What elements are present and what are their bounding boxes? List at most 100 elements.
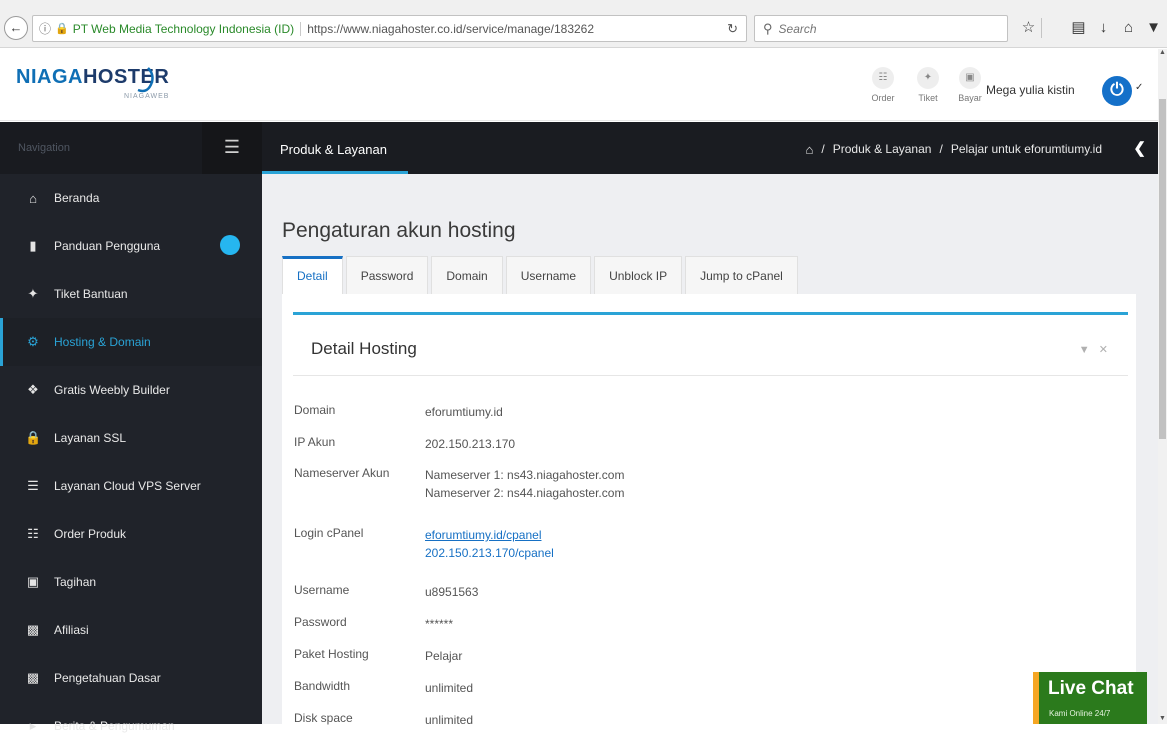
pay-button[interactable]: ▣ Bayar xyxy=(952,67,988,103)
collapse-icon[interactable]: ▼ xyxy=(1079,344,1090,356)
tab-domain[interactable]: Domain xyxy=(431,256,503,294)
site-identity[interactable]: PT Web Media Technology Indonesia (ID) xyxy=(73,21,302,36)
live-chat-button[interactable]: Live Chat Kami Online 24/7 xyxy=(1033,672,1147,724)
home-browser-icon[interactable]: ⌂ xyxy=(1116,16,1141,40)
page-title: Pengaturan akun hosting xyxy=(282,219,516,242)
sidebar-item-afiliasi[interactable]: ▩ Afiliasi xyxy=(0,606,262,654)
sidebar-item-ssl[interactable]: 🔒 Layanan SSL xyxy=(0,414,262,462)
sidebar-item-beranda[interactable]: ⌂ Beranda xyxy=(0,174,262,222)
card-title: Detail Hosting xyxy=(311,339,417,358)
power-icon[interactable]: ⏻ xyxy=(1102,76,1132,106)
scroll-down-icon[interactable]: ▼ xyxy=(1158,715,1167,722)
breadcrumb-item: Pelajar untuk eforumtiumy.id xyxy=(950,142,1102,156)
download-icon[interactable]: ↓ xyxy=(1091,16,1116,40)
sidebar-item-label: Layanan SSL xyxy=(54,431,127,445)
breadcrumb: ⌂ / Produk & Layanan / Pelajar untuk efo… xyxy=(806,142,1102,157)
site-header: NIAGAHOSTER NIAGAWEB ☷ Order ✦ Tiket ▣ B… xyxy=(0,49,1158,121)
lock-icon: 🔒 xyxy=(25,430,42,445)
hamburger-icon[interactable]: ☰ xyxy=(202,122,262,174)
chevron-down-icon[interactable]: ✓ xyxy=(1135,82,1143,93)
detail-value: Pelajar xyxy=(425,649,463,663)
sidebar-header: Navigation ☰ xyxy=(0,122,262,174)
address-bar[interactable]: ⓘ 🔒 PT Web Media Technology Indonesia (I… xyxy=(32,15,747,42)
breadcrumb-item[interactable]: Produk & Layanan xyxy=(833,142,932,157)
info-icon[interactable]: ⓘ xyxy=(39,20,51,37)
detail-label: Login cPanel xyxy=(294,526,364,540)
server-icon: ☰ xyxy=(27,478,39,493)
sidebar-item-tagihan[interactable]: ▣ Tagihan xyxy=(0,558,262,606)
detail-value: unlimited xyxy=(425,713,474,727)
tab-panel: Detail Hosting ▼ ✕ Domain eforumtiumy.id… xyxy=(282,294,1136,734)
detail-value: unlimited xyxy=(425,681,474,695)
sidebar-item-pengetahuan[interactable]: ▩ Pengetahuan Dasar xyxy=(0,654,262,702)
scroll-up-icon[interactable]: ▲ xyxy=(1158,49,1167,56)
cart-icon: ☷ xyxy=(872,67,894,89)
tab-unblock-ip[interactable]: Unblock IP xyxy=(594,256,683,294)
detail-value: Nameserver 1: ns43.niagahoster.com Names… xyxy=(425,466,624,502)
logo-subtitle: NIAGAWEB xyxy=(124,93,170,100)
sidebar: Navigation ☰ ⌂ Beranda ▮ Panduan Penggun… xyxy=(0,122,262,733)
card-divider xyxy=(293,375,1128,376)
cpanel-domain-link[interactable]: eforumtiumy.id/cpanel xyxy=(425,528,542,542)
sidebar-item-hosting-domain[interactable]: ⚙ Hosting & Domain xyxy=(0,318,262,366)
niagahoster-logo[interactable]: NIAGAHOSTER NIAGAWEB xyxy=(16,66,176,106)
tab-detail[interactable]: Detail xyxy=(282,256,343,294)
sidebar-item-vps[interactable]: ☰ Layanan Cloud VPS Server xyxy=(0,462,262,510)
ticket-button[interactable]: ✦ Tiket xyxy=(910,67,946,103)
cart-icon: ☷ xyxy=(27,526,39,541)
video-icon: ▮ xyxy=(29,238,37,253)
detail-label: Username xyxy=(294,583,350,597)
cogs-icon: ⚙ xyxy=(27,334,39,349)
book-icon: ▩ xyxy=(26,670,40,685)
nameserver-2: Nameserver 2: ns44.niagahoster.com xyxy=(425,486,625,500)
sidebar-item-label: Gratis Weebly Builder xyxy=(54,383,170,397)
search-input[interactable] xyxy=(778,21,979,36)
sidebar-item-label: Pengetahuan Dasar xyxy=(54,671,161,685)
home-icon[interactable]: ⌂ xyxy=(806,142,814,157)
cpanel-ip-link[interactable]: 202.150.213.170/cpanel xyxy=(425,546,554,560)
domain-link[interactable]: eforumtiumy.id xyxy=(425,403,503,421)
user-name[interactable]: Mega yulia kistin xyxy=(986,83,1075,97)
tab-bar: Detail Password Domain Username Unblock … xyxy=(282,256,801,294)
sidebar-item-weebly[interactable]: ❖ Gratis Weebly Builder xyxy=(0,366,262,414)
page-scrollbar[interactable]: ▲ ▼ xyxy=(1158,49,1167,724)
tab-username[interactable]: Username xyxy=(505,256,592,294)
main-content: Pengaturan akun hosting Detail Password … xyxy=(262,174,1158,734)
detail-hosting-card: Detail Hosting ▼ ✕ Domain eforumtiumy.id… xyxy=(293,312,1128,732)
home-icon: ⌂ xyxy=(29,190,37,206)
url-text[interactable]: https://www.niagahoster.co.id/service/ma… xyxy=(307,22,594,36)
browser-toolbar: ← ⓘ 🔒 PT Web Media Technology Indonesia … xyxy=(0,0,1167,48)
live-chat-title: Live Chat xyxy=(1048,678,1134,699)
close-icon[interactable]: ✕ xyxy=(1099,344,1108,356)
sidebar-item-label: Afiliasi xyxy=(54,623,89,637)
toolbar-separator xyxy=(1041,18,1066,38)
megaphone-icon: ▸ xyxy=(29,718,37,733)
tab-password[interactable]: Password xyxy=(345,256,429,294)
bookmark-star-icon[interactable]: ☆ xyxy=(1016,16,1041,40)
sidebar-item-label: Tagihan xyxy=(54,575,97,589)
chevron-left-icon[interactable]: ❮ xyxy=(1133,139,1146,157)
scrollbar-thumb[interactable] xyxy=(1159,99,1166,439)
detail-label: IP Akun xyxy=(294,435,336,449)
gift-icon: ❖ xyxy=(27,382,39,397)
sidebar-item-label: Tiket Bantuan xyxy=(54,287,128,301)
reload-icon[interactable]: ↻ xyxy=(727,21,738,37)
sidebar-item-berita[interactable]: ▸ Berita & Pengumuman xyxy=(0,702,262,750)
search-box[interactable]: ⚲ xyxy=(754,15,1008,42)
tab-jump-to-cpanel[interactable]: Jump to cPanel xyxy=(685,256,798,294)
section-header: Produk & Layanan ⌂ / Produk & Layanan / … xyxy=(262,122,1158,174)
sidebar-item-order[interactable]: ☷ Order Produk xyxy=(0,510,262,558)
briefcase-icon: ▩ xyxy=(26,622,40,637)
detail-label: Domain xyxy=(294,403,336,417)
pocket-icon[interactable]: ▼ xyxy=(1141,16,1166,40)
sidebar-item-panduan[interactable]: ▮ Panduan Pengguna xyxy=(0,222,262,270)
section-title: Produk & Layanan xyxy=(280,142,387,157)
sidebar-item-label: Order Produk xyxy=(54,527,127,541)
lock-icon: 🔒 xyxy=(55,23,69,35)
back-arrow-icon[interactable]: ← xyxy=(4,16,28,40)
detail-label: Paket Hosting xyxy=(294,647,369,661)
order-button[interactable]: ☷ Order xyxy=(865,67,901,103)
sidebar-item-label: Beranda xyxy=(54,191,100,205)
reading-list-icon[interactable]: ▤ xyxy=(1066,16,1091,40)
sidebar-item-tiket[interactable]: ✦ Tiket Bantuan xyxy=(0,270,262,318)
